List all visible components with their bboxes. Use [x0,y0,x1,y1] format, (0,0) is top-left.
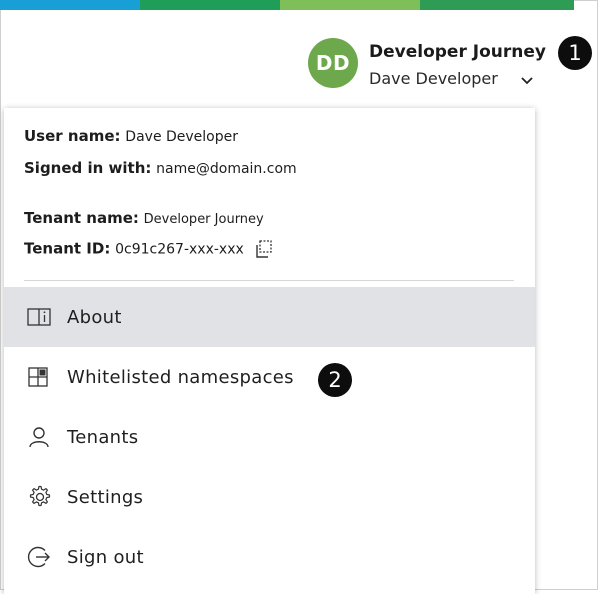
user-display-name[interactable]: Dave Developer [369,69,498,88]
person-icon [29,427,49,448]
gear-icon [29,485,51,507]
signed-in-value: name@domain.com [156,161,297,177]
brand-stripe [0,0,574,10]
menu-item-tenants[interactable]: Tenants [4,407,535,467]
menu-item-sign-out[interactable]: Sign out [4,527,535,587]
tenant-title: Developer Journey [369,42,546,62]
menu-item-label: Sign out [67,546,144,568]
tenant-id-value: 0c91c267-xxx-xxx [115,241,244,258]
tenant-name-row: Tenant name: Developer Journey [24,209,264,227]
user-name-label: User name: [24,127,121,145]
chevron-down-icon[interactable] [519,72,535,88]
user-name-value: Dave Developer [125,129,239,145]
tenant-name-label: Tenant name: [24,209,139,227]
sign-out-icon [27,546,50,568]
user-menu-panel: User name: Dave Developer Signed in with… [4,108,535,594]
signed-in-row: Signed in with: name@domain.com [24,159,297,177]
divider [24,280,514,281]
callout-badge-2: 2 [318,363,352,397]
tenant-name-value: Developer Journey [143,212,264,227]
signed-in-label: Signed in with: [24,159,152,177]
menu-item-label: Settings [67,486,144,508]
menu-item-label: Tenants [67,426,139,448]
menu-item-label: About [67,306,122,328]
user-name-row: User name: Dave Developer [24,127,238,145]
tenant-id-row: Tenant ID: 0c91c267-xxx-xxx [24,239,274,259]
menu-item-whitelisted-namespaces[interactable]: Whitelisted namespaces [4,347,535,407]
menu-item-settings[interactable]: Settings [4,467,535,527]
menu-item-label: Whitelisted namespaces [67,366,294,388]
callout-badge-1: 1 [558,36,592,70]
copy-icon[interactable] [254,239,274,259]
tenant-id-label: Tenant ID: [24,239,111,258]
book-info-icon [27,308,51,326]
avatar[interactable]: DD [308,38,358,88]
grid-namespaces-icon [28,367,48,387]
menu-item-about[interactable]: About [4,287,535,347]
